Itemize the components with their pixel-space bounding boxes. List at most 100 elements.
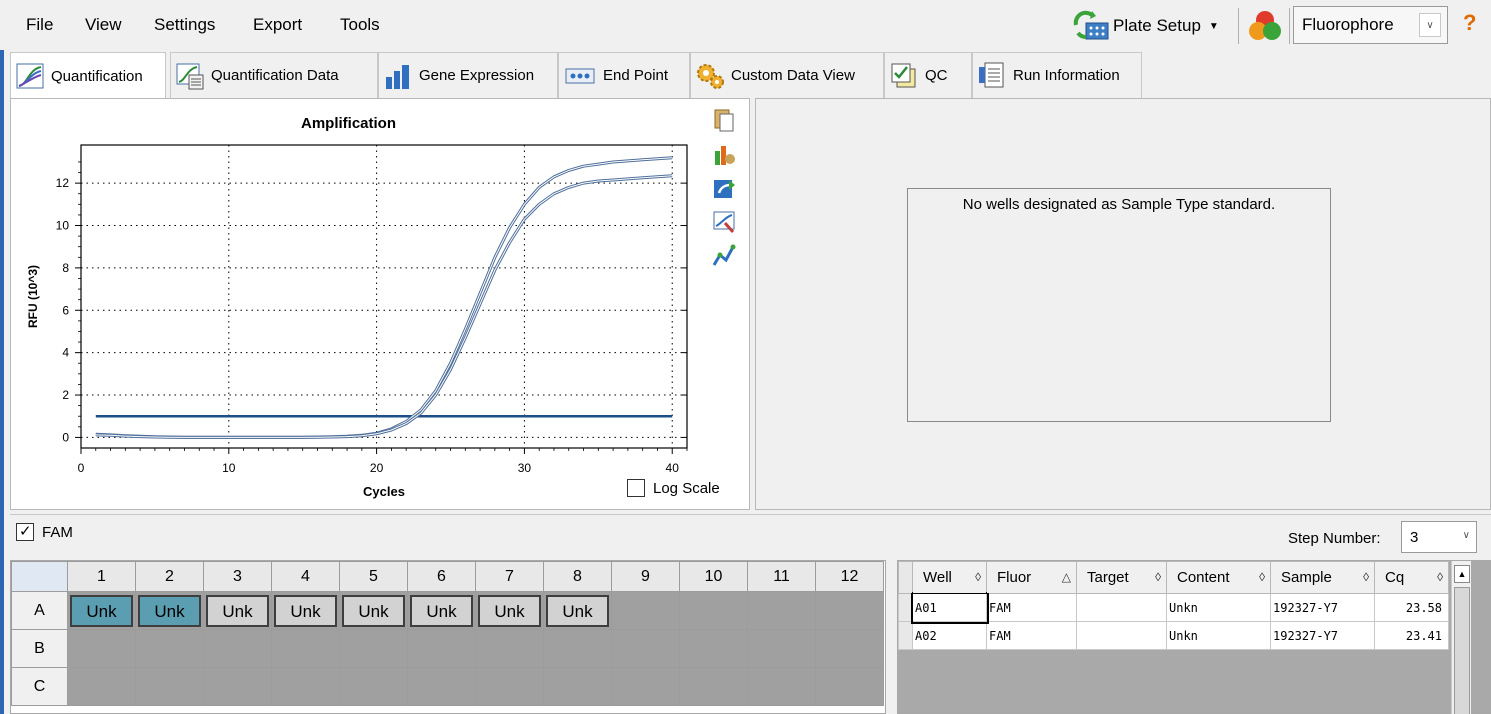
step-number-select[interactable]: 3 ∨: [1401, 521, 1477, 553]
column-header-fluor[interactable]: Fluor △: [986, 561, 1077, 594]
tab-custom-data-view[interactable]: Custom Data View: [690, 52, 884, 98]
plate-well[interactable]: [67, 629, 136, 668]
plate-column-header[interactable]: 7: [475, 561, 544, 592]
plate-well[interactable]: [135, 667, 204, 706]
table-cell[interactable]: 23.58: [1374, 593, 1449, 622]
column-header-sample[interactable]: Sample ◊: [1270, 561, 1375, 594]
plate-well[interactable]: [815, 591, 884, 630]
scroll-up-icon[interactable]: ▲: [1454, 565, 1470, 583]
plate-well[interactable]: Unk: [543, 591, 612, 630]
plate-well[interactable]: [135, 629, 204, 668]
plate-well[interactable]: [543, 667, 612, 706]
plate-well[interactable]: [611, 667, 680, 706]
plate-well[interactable]: [271, 667, 340, 706]
plate-well[interactable]: Unk: [203, 591, 272, 630]
amplification-chart[interactable]: 0 10 20 30 40 0 2 4 6 8 10 12 Cycles RFU (10^3): [11, 99, 751, 511]
table-cell[interactable]: Unkn: [1166, 593, 1271, 622]
results-scrollbar[interactable]: ▲: [1451, 561, 1471, 714]
menu-export[interactable]: Export: [253, 15, 302, 35]
table-row[interactable]: A01 FAM Unkn 192327-Y7 23.58: [898, 591, 1449, 624]
plate-well[interactable]: [339, 629, 408, 668]
fluorophore-select[interactable]: Fluorophore ∨: [1293, 6, 1448, 44]
plate-well[interactable]: [543, 629, 612, 668]
menu-file[interactable]: File: [26, 15, 53, 35]
row-selector[interactable]: [898, 593, 913, 622]
plate-column-header[interactable]: 9: [611, 561, 680, 592]
plate-column-header[interactable]: 4: [271, 561, 340, 592]
plate-well[interactable]: [747, 629, 816, 668]
plate-well[interactable]: Unk: [271, 591, 340, 630]
table-cell[interactable]: [1076, 593, 1167, 622]
table-cell[interactable]: [1076, 621, 1167, 650]
plate-well[interactable]: [203, 667, 272, 706]
plate-well[interactable]: [407, 629, 476, 668]
plate-well[interactable]: Unk: [475, 591, 544, 630]
plate-column-header[interactable]: 5: [339, 561, 408, 592]
dye-colors-icon[interactable]: [1246, 8, 1284, 44]
plate-well[interactable]: Unk: [135, 591, 204, 630]
tab-end-point[interactable]: End Point: [558, 52, 690, 98]
plate-column-header[interactable]: 6: [407, 561, 476, 592]
sort-icon[interactable]: ◊: [1155, 570, 1161, 584]
plate-column-header[interactable]: 3: [203, 561, 272, 592]
plate-corner[interactable]: [11, 561, 68, 592]
sort-icon[interactable]: ◊: [975, 570, 981, 584]
export-icon[interactable]: [711, 175, 737, 201]
plate-well[interactable]: [679, 591, 748, 630]
tab-run-information[interactable]: Run Information: [972, 52, 1142, 98]
plate-column-header[interactable]: 12: [815, 561, 884, 592]
plate-well[interactable]: [815, 629, 884, 668]
table-cell[interactable]: 23.41: [1374, 621, 1449, 650]
sort-icon[interactable]: ◊: [1363, 570, 1369, 584]
sort-icon[interactable]: ◊: [1259, 570, 1265, 584]
plate-well[interactable]: [475, 629, 544, 668]
plate-well[interactable]: [203, 629, 272, 668]
table-cell[interactable]: A01: [910, 591, 989, 624]
table-cell[interactable]: 192327-Y7: [1270, 621, 1375, 650]
sort-icon[interactable]: ◊: [1437, 570, 1443, 584]
table-cell[interactable]: A02: [912, 621, 987, 650]
plate-row-header[interactable]: C: [11, 667, 68, 706]
tab-gene-expression[interactable]: Gene Expression: [378, 52, 558, 98]
plate-column-header[interactable]: 10: [679, 561, 748, 592]
log-scale-toggle[interactable]: Log Scale: [627, 479, 720, 497]
plate-well[interactable]: Unk: [67, 591, 136, 630]
plate-well[interactable]: [815, 667, 884, 706]
table-row[interactable]: A02 FAM Unkn 192327-Y7 23.41: [898, 621, 1449, 650]
plate-setup-button[interactable]: Plate Setup ▼: [1072, 8, 1219, 44]
plate-row-header[interactable]: A: [11, 591, 68, 630]
plate-well[interactable]: [679, 629, 748, 668]
help-icon[interactable]: ?: [1463, 10, 1476, 36]
plate-well[interactable]: [747, 667, 816, 706]
plate-well[interactable]: Unk: [407, 591, 476, 630]
column-header-target[interactable]: Target ◊: [1076, 561, 1167, 594]
menu-tools[interactable]: Tools: [340, 15, 380, 35]
column-header-cq[interactable]: Cq ◊: [1374, 561, 1449, 594]
curve-fit-icon[interactable]: [711, 243, 737, 269]
table-cell[interactable]: 192327-Y7: [1270, 593, 1375, 622]
scroll-thumb[interactable]: [1454, 587, 1470, 714]
plate-well[interactable]: [475, 667, 544, 706]
chart-options-icon[interactable]: [711, 141, 737, 167]
table-cell[interactable]: FAM: [986, 621, 1077, 650]
column-header-well[interactable]: Well ◊: [912, 561, 987, 594]
plate-well[interactable]: [747, 591, 816, 630]
copy-icon[interactable]: [711, 107, 737, 133]
plate-column-header[interactable]: 11: [747, 561, 816, 592]
plate-well[interactable]: [611, 629, 680, 668]
fam-checkbox[interactable]: [16, 522, 34, 541]
fam-toggle[interactable]: FAM: [16, 522, 73, 541]
row-selector-header[interactable]: [898, 561, 913, 594]
column-header-content[interactable]: Content ◊: [1166, 561, 1271, 594]
tab-quantification[interactable]: Quantification: [10, 52, 166, 99]
table-cell[interactable]: FAM: [986, 593, 1077, 622]
log-scale-checkbox[interactable]: [627, 479, 645, 497]
plate-well[interactable]: [679, 667, 748, 706]
plate-column-header[interactable]: 1: [67, 561, 136, 592]
table-cell[interactable]: Unkn: [1166, 621, 1271, 650]
plate-row-header[interactable]: B: [11, 629, 68, 668]
plate-well[interactable]: Unk: [339, 591, 408, 630]
plate-well[interactable]: [67, 667, 136, 706]
amplification-curve[interactable]: [95, 175, 673, 438]
row-selector[interactable]: [898, 621, 913, 650]
